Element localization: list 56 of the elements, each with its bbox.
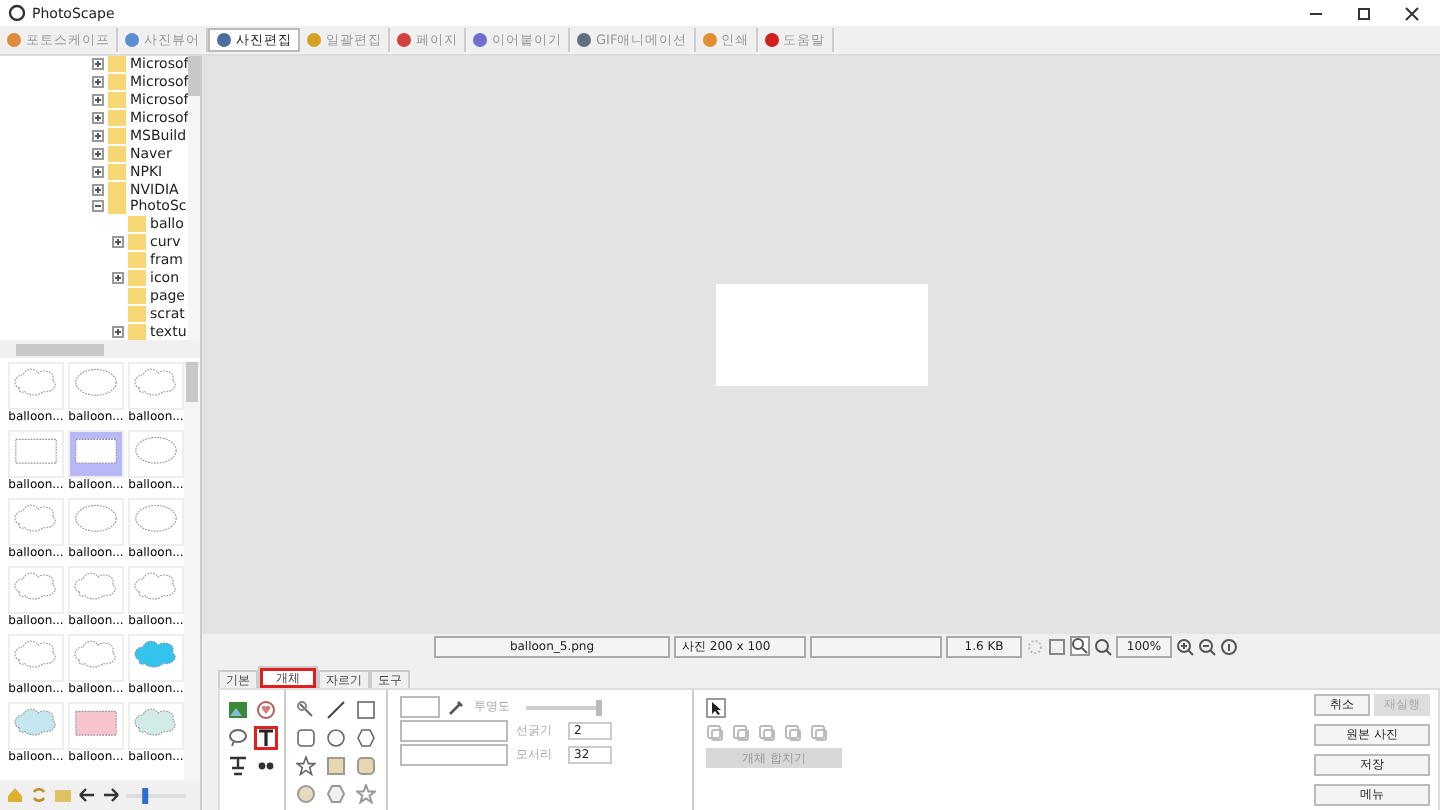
text-tool[interactable] xyxy=(254,726,278,750)
size-slider[interactable] xyxy=(126,787,186,803)
expand-icon[interactable] xyxy=(92,94,104,107)
circle-icon[interactable] xyxy=(296,784,316,804)
hexagon-icon[interactable] xyxy=(326,784,346,804)
scrollbar[interactable] xyxy=(184,362,200,780)
refresh-icon[interactable] xyxy=(30,786,48,804)
back-icon[interactable] xyxy=(78,786,96,804)
expand-icon[interactable] xyxy=(92,183,104,196)
heart-icon[interactable] xyxy=(256,700,276,720)
zoom-out-icon[interactable] xyxy=(1198,637,1216,655)
zoom-in-icon[interactable] xyxy=(1176,637,1194,655)
rectangle-icon[interactable] xyxy=(356,700,376,720)
app-logo-icon xyxy=(8,4,26,22)
expand-icon[interactable] xyxy=(92,165,104,178)
expand-icon[interactable] xyxy=(92,129,104,142)
square-icon[interactable] xyxy=(326,756,346,776)
info-icon[interactable] xyxy=(1220,637,1238,655)
picture-icon[interactable] xyxy=(228,700,248,720)
expand-icon[interactable] xyxy=(112,271,124,284)
tab-icon xyxy=(472,32,488,48)
close-icon[interactable] xyxy=(1404,5,1420,21)
rounded-rectangle-icon[interactable] xyxy=(296,728,316,748)
zoom-icon[interactable] xyxy=(1094,637,1112,655)
tab-icon xyxy=(396,32,412,48)
expand-icon[interactable] xyxy=(92,112,104,125)
magic-wand-icon[interactable] xyxy=(296,700,316,720)
star-icon[interactable] xyxy=(296,756,316,776)
expand-icon[interactable] xyxy=(92,76,104,89)
circle-icon[interactable] xyxy=(326,728,346,748)
expand-icon[interactable] xyxy=(112,236,124,249)
scrollbar[interactable] xyxy=(0,340,200,358)
eyedropper-icon[interactable] xyxy=(448,698,466,716)
tab-icon xyxy=(216,32,232,48)
collapse-icon[interactable] xyxy=(92,200,104,213)
line-icon[interactable] xyxy=(326,700,346,720)
tab-icon xyxy=(763,32,780,48)
actual-size-icon[interactable] xyxy=(1048,637,1066,655)
tab-icon xyxy=(6,32,22,48)
scrollbar[interactable] xyxy=(188,56,201,340)
tab-icon xyxy=(124,32,140,48)
maximize-icon[interactable] xyxy=(1356,5,1372,21)
color-dropdown[interactable] xyxy=(400,696,440,718)
speech-bubble-icon[interactable] xyxy=(228,728,248,748)
expand-icon[interactable] xyxy=(92,58,104,71)
expand-icon[interactable] xyxy=(92,147,104,160)
star-icon[interactable] xyxy=(356,784,376,804)
hexagon-icon[interactable] xyxy=(356,728,376,748)
rounded-square-icon[interactable] xyxy=(356,756,376,776)
pointer-tool[interactable] xyxy=(706,698,726,718)
tab-icon xyxy=(576,32,592,48)
tab-icon xyxy=(701,32,718,48)
zoom-fit-icon[interactable] xyxy=(1070,636,1090,656)
tab-icon xyxy=(306,32,322,48)
expand-icon[interactable] xyxy=(112,325,124,338)
forward-icon[interactable] xyxy=(102,786,120,804)
